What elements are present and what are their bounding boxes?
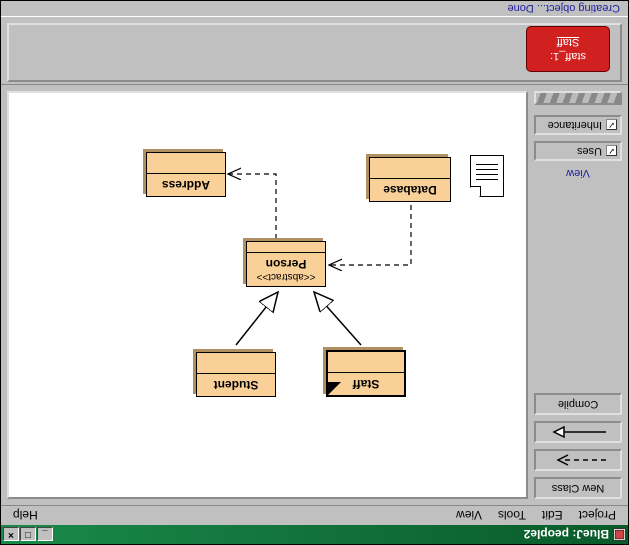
menu-tools[interactable]: Tools — [490, 507, 534, 525]
uses-checkbox-row[interactable]: ✓ Uses — [534, 141, 622, 161]
maximize-button[interactable]: □ — [20, 528, 36, 542]
inheritance-checkbox-row[interactable]: ✓ Inheritance — [534, 115, 622, 135]
object-instance-name: staff_1: — [527, 50, 609, 62]
compile-button[interactable]: Compile — [534, 393, 622, 415]
app-window: BlueJ: people2 _ □ × Project Edit Tools … — [0, 0, 629, 545]
inheritance-label: Inheritance — [548, 119, 602, 131]
menu-edit[interactable]: Edit — [534, 507, 571, 525]
class-person-name: <<abstract>> Person — [247, 252, 325, 286]
inheritance-checkbox[interactable]: ✓ — [606, 120, 617, 131]
bottom-bar: staff_1: Staff Creating object... Done — [1, 1, 628, 85]
class-student-name: Student — [197, 373, 275, 396]
minimize-button[interactable]: _ — [37, 528, 53, 542]
uses-label: Uses — [577, 145, 602, 157]
class-address-name: Address — [147, 173, 225, 196]
menubar: Project Edit Tools View Help — [1, 505, 628, 525]
link-layer — [9, 93, 526, 497]
diagram-canvas[interactable]: Staff Student <<abstract>> Person Databa… — [7, 91, 528, 499]
uses-arrow-button[interactable] — [534, 449, 622, 471]
object-bench[interactable]: staff_1: Staff — [7, 23, 622, 82]
inherit-arrow-button[interactable] — [534, 421, 622, 443]
window-controls: _ □ × — [3, 528, 53, 542]
object-class-name: Staff — [527, 36, 609, 48]
menu-help[interactable]: Help — [5, 507, 46, 525]
sidebar: New Class Compile View ✓ — [528, 85, 628, 505]
new-class-button[interactable]: New Class — [534, 477, 622, 499]
progress-bar — [534, 91, 622, 105]
class-person-stereotype: <<abstract>> — [253, 271, 319, 282]
class-address[interactable]: Address — [146, 152, 226, 197]
class-database-name: Database — [370, 178, 450, 201]
class-person[interactable]: <<abstract>> Person — [246, 241, 326, 287]
main-area: New Class Compile View ✓ — [1, 85, 628, 505]
uses-checkbox[interactable]: ✓ — [606, 146, 617, 157]
solid-arrow-icon — [548, 426, 608, 438]
new-class-label: New Class — [552, 482, 605, 494]
class-staff[interactable]: Staff — [326, 350, 406, 397]
close-button[interactable]: × — [3, 528, 19, 542]
app-icon — [613, 528, 626, 541]
window-title: BlueJ: people2 — [524, 528, 609, 542]
titlebar: BlueJ: people2 _ □ × — [1, 525, 628, 544]
menu-project[interactable]: Project — [571, 507, 624, 525]
dashed-arrow-icon — [548, 454, 608, 466]
class-database[interactable]: Database — [369, 157, 451, 202]
status-text: Creating object... Done — [1, 1, 628, 17]
object-instance[interactable]: staff_1: Staff — [526, 26, 610, 72]
compile-label: Compile — [558, 398, 598, 410]
view-section-label: View — [534, 167, 622, 179]
menu-view[interactable]: View — [448, 507, 490, 525]
readme-doc[interactable] — [470, 155, 504, 197]
class-student[interactable]: Student — [196, 352, 276, 397]
